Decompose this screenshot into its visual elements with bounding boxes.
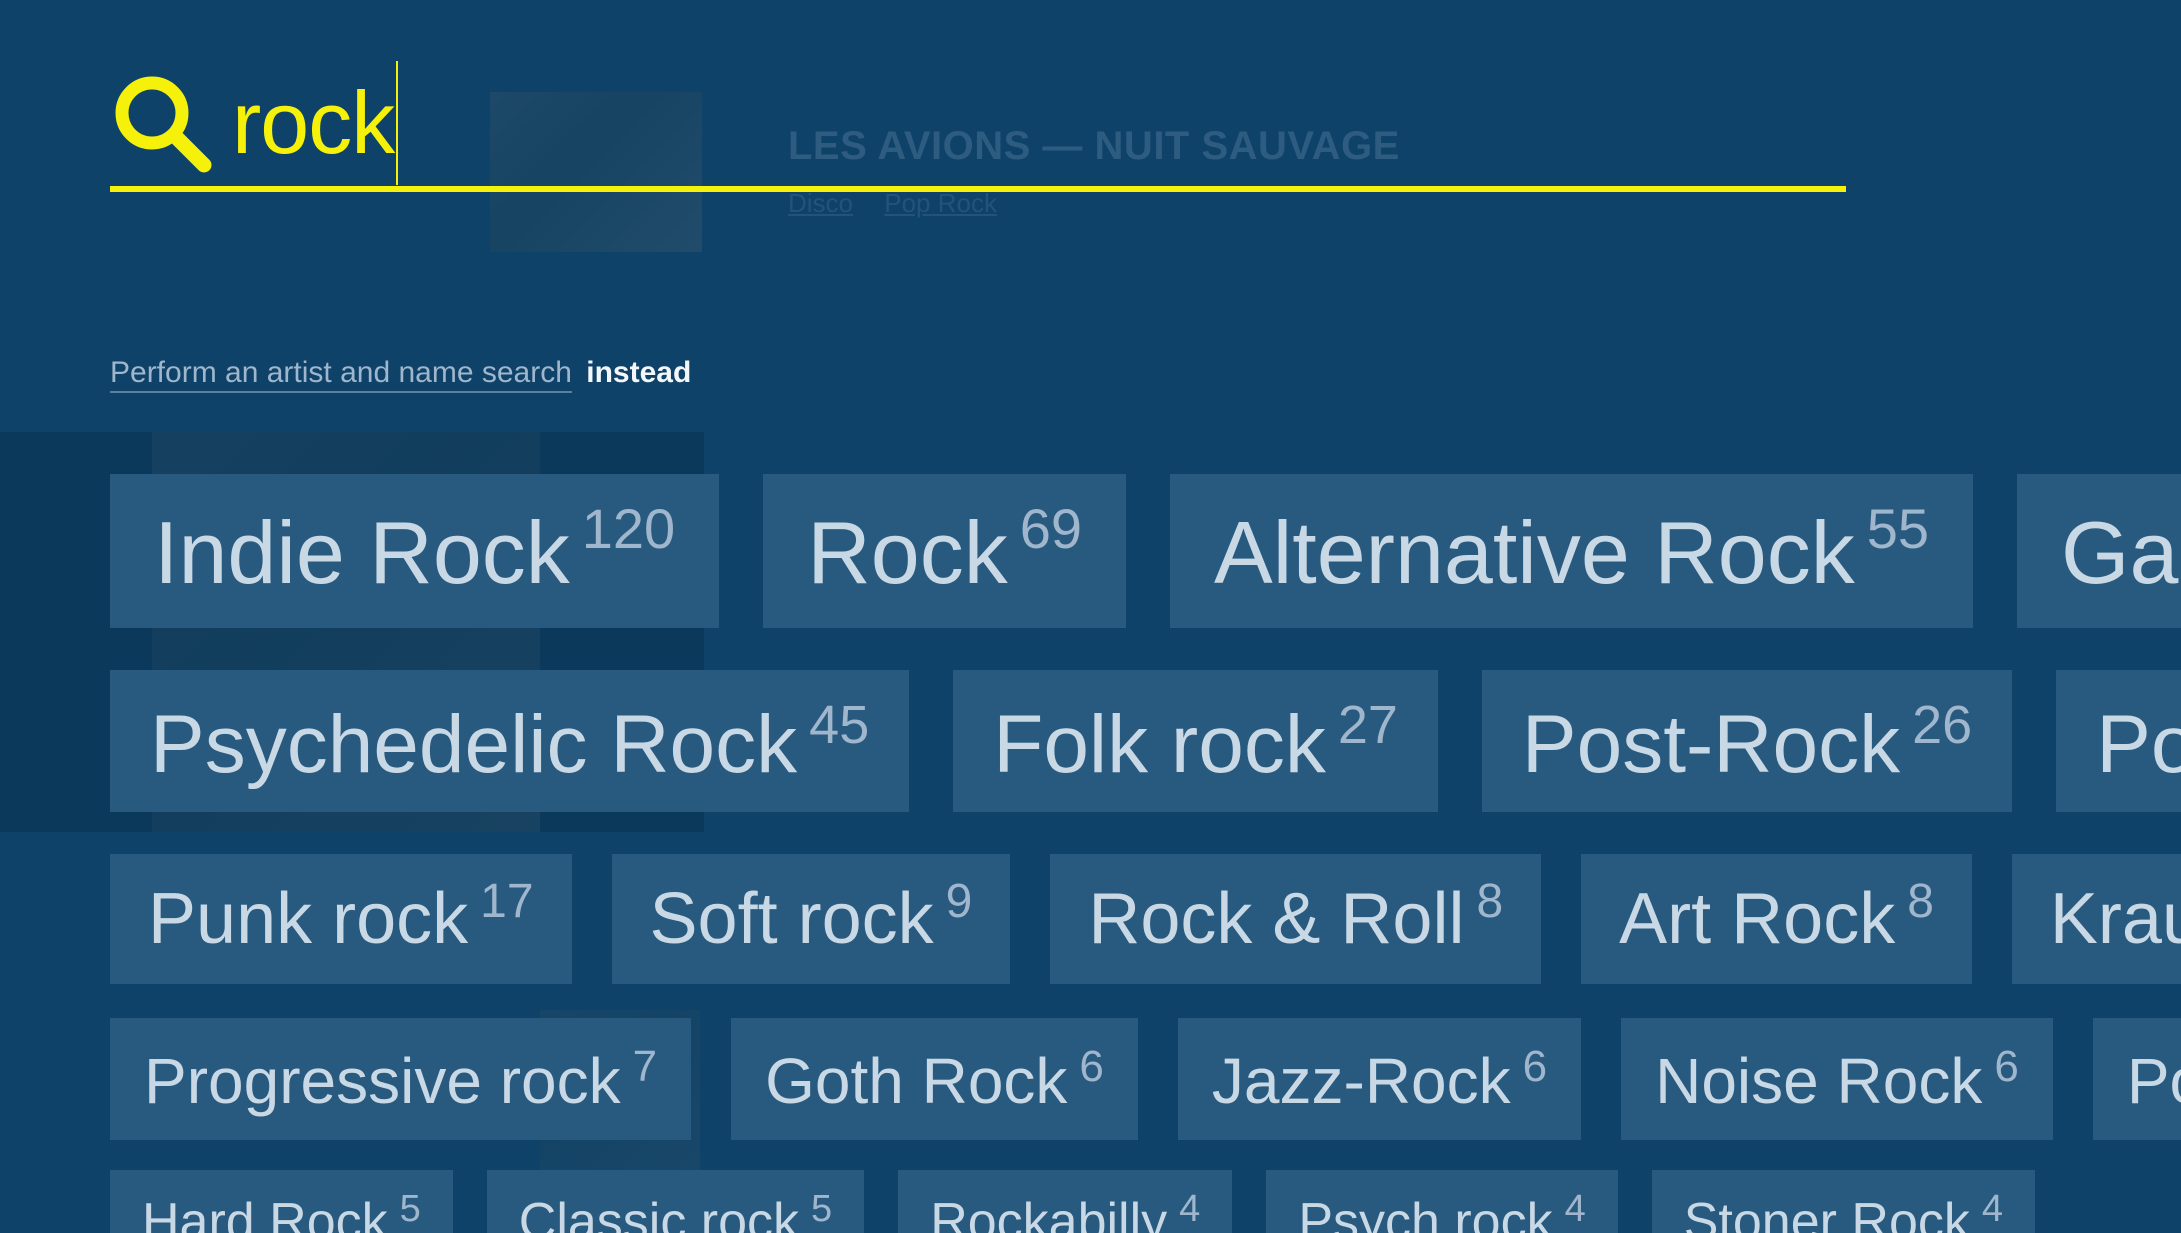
genre-count: 17 [480,875,534,928]
search-query[interactable]: rock [232,79,395,167]
genre-count: 120 [581,497,676,560]
genre-chip[interactable]: Stoner Rock 4 [1651,1170,2036,1233]
genre-chip[interactable]: Classic rock 5 [486,1170,865,1233]
genre-name: Post-Rock [1521,699,1901,790]
genre-row: Hard Rock 5 Classic rock 5 Rockabilly 4 Psy… [110,1170,2069,1233]
genre-chip[interactable]: Indie Rock 120 [110,474,720,628]
genre-chip[interactable]: Jazz-Rock 6 [1177,1018,1582,1140]
genre-chip[interactable]: Krautro [2011,854,2181,984]
genre-name: Art Rock [1619,879,1896,959]
genre-row: Punk rock 17 Soft rock 9 Rock & Roll 8 Art … [110,854,2181,984]
genre-name: Stoner Rock [1683,1193,1970,1233]
genre-count: 26 [1912,695,1973,755]
genre-count: 4 [1564,1188,1586,1230]
background-album-tags: Disco Pop Rock [788,188,1021,219]
genre-chip[interactable]: Hard Rock 5 [110,1170,453,1233]
alt-search-hint: Perform an artist and name search instea… [110,356,692,393]
genre-name: Rock & Roll [1088,879,1465,959]
genre-name: Rock [807,503,1008,602]
genre-name: Classic rock [518,1193,800,1233]
genre-chip[interactable]: Art Rock 8 [1581,854,1972,984]
genre-row: Indie Rock 120 Rock 69 Alternative Rock 55 … [110,474,2181,628]
genre-row: Progressive rock 7 Goth Rock 6 Jazz-Rock 6 … [110,1018,2181,1140]
genre-name: Pop- [2126,1045,2181,1117]
genre-chip[interactable]: Garage [2017,474,2181,628]
genre-chip[interactable]: Folk rock 27 [953,670,1438,812]
genre-name: Goth Rock [765,1045,1068,1117]
genre-name: Psychedelic Rock [150,699,798,790]
genre-chip[interactable]: Rockabilly 4 [898,1170,1233,1233]
genre-count: 8 [1907,875,1934,928]
genre-name: Folk rock [993,699,1326,790]
genre-name: Hard Rock [142,1193,388,1233]
genre-name: Alternative Rock [1214,503,1855,602]
genre-chip[interactable]: Soft rock 9 [611,854,1011,984]
search-icon [110,71,214,175]
genre-chip[interactable]: Psych rock 4 [1266,1170,1618,1233]
genre-count: 7 [632,1042,658,1091]
genre-name: Jazz-Rock [1211,1045,1511,1117]
genre-name: Pop Ro [2096,699,2181,790]
genre-name: Progressive rock [144,1045,621,1117]
genre-chip[interactable]: Goth Rock 6 [731,1018,1138,1140]
genre-chip[interactable]: Alternative Rock 55 [1170,474,1974,628]
genre-count: 4 [1981,1188,2004,1230]
genre-chip[interactable]: Pop Ro [2056,670,2181,812]
genre-count: 6 [1079,1042,1104,1091]
search-input[interactable]: rock [232,61,399,185]
genre-count: 9 [945,875,973,928]
genre-name: Soft rock [649,879,934,959]
genre-name: Punk rock [148,879,469,959]
search-bar[interactable]: rock [110,60,1846,192]
genre-name: Psych rock [1298,1193,1553,1233]
genre-name: Krautro [2049,879,2181,959]
genre-count: 45 [809,695,870,755]
genre-count: 5 [399,1188,421,1230]
genre-count: 27 [1337,695,1398,755]
genre-count: 4 [1179,1188,1201,1230]
genre-count: 5 [811,1188,833,1230]
genre-name: Indie Rock [154,503,570,602]
genre-name: Rockabilly [930,1193,1168,1233]
genre-count: 6 [1522,1042,1548,1091]
artist-name-search-link[interactable]: Perform an artist and name search [110,356,572,393]
genre-results: Indie Rock 120 Rock 69 Alternative Rock 55 … [110,474,2181,1233]
genre-name: Garage [2061,503,2181,602]
genre-chip[interactable]: Rock & Roll 8 [1050,854,1542,984]
alt-search-suffix: instead [586,356,692,389]
background-tag: Pop Rock [884,188,997,218]
genre-count: 6 [1994,1042,2019,1091]
genre-row: Psychedelic Rock 45 Folk rock 27 Post-Rock… [110,670,2181,812]
genre-count: 69 [1019,497,1082,560]
genre-chip[interactable]: Punk rock 17 [110,854,572,984]
genre-chip[interactable]: Psychedelic Rock 45 [110,670,910,812]
genre-chip[interactable]: Rock 69 [763,474,1126,628]
genre-chip[interactable]: Pop- [2092,1018,2181,1140]
genre-name: Noise Rock [1655,1045,1983,1117]
genre-chip[interactable]: Post-Rock 26 [1481,670,2013,812]
genre-count: 8 [1476,875,1504,928]
genre-count: 55 [1866,497,1930,560]
text-cursor [396,61,399,185]
genre-chip[interactable]: Progressive rock 7 [110,1018,692,1140]
background-tag: Disco [788,188,854,218]
genre-chip[interactable]: Noise Rock 6 [1621,1018,2053,1140]
